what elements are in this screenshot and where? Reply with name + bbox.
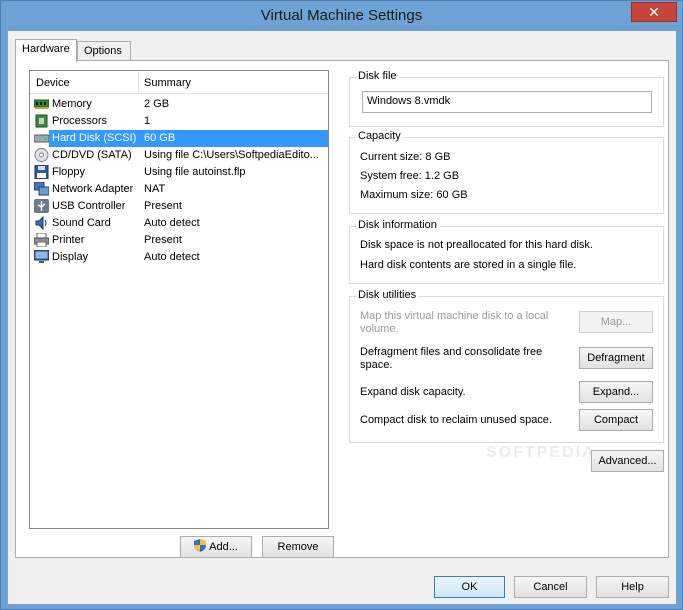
disk-info-line-2: Hard disk contents are stored in a singl… [360,259,577,271]
hard-disk-icon [34,134,49,143]
softpedia-watermark: SOFTPEDIA [486,444,596,461]
device-name: USB Controller [52,200,126,212]
device-name: Memory [52,98,92,110]
column-header-summary[interactable]: Summary [144,77,191,89]
device-summary: Present [144,234,182,246]
device-name: Hard Disk (SCSI) [52,132,137,144]
remove-device-button[interactable]: Remove [262,536,334,558]
window-title: Virtual Machine Settings [260,7,423,24]
compact-button[interactable]: Compact [579,409,653,431]
floppy-icon [34,165,49,179]
help-button[interactable]: Help [596,576,669,598]
display-icon [34,250,49,263]
cancel-button[interactable]: Cancel [514,576,587,598]
cd-dvd-icon [34,148,49,162]
capacity-group: Capacity Current size: 8 GB System free:… [349,130,664,214]
device-row-sound-card[interactable]: Sound Card Auto detect [30,215,328,232]
dialog-client-area: Hardware Options Device Summary Memory 2… [8,31,676,604]
ok-button[interactable]: OK [434,576,505,598]
disk-file-field[interactable]: Windows 8.vmdk [362,91,652,113]
printer-icon [34,233,49,247]
tab-hardware[interactable]: Hardware [15,39,77,62]
device-name: Floppy [52,166,86,178]
map-description-line-2: volume. [360,323,399,335]
defragment-button[interactable]: Defragment [579,347,653,369]
defragment-description-line-2: space. [360,359,393,371]
current-size-text: Current size: 8 GB [360,151,451,163]
device-summary: 2 GB [144,98,170,110]
device-summary: NAT [144,183,166,195]
window: Virtual Machine Settings ✕ Hardware Opti… [0,0,683,610]
compact-description: Compact disk to reclaim unused space. [360,414,552,426]
device-summary: Auto detect [144,217,200,229]
device-summary: Using file C:\Users\SoftpediaEdito... [144,149,319,161]
expand-button[interactable]: Expand... [579,381,653,403]
usb-icon [34,199,49,213]
tab-options[interactable]: Options [77,41,131,61]
device-row-network-adapter[interactable]: Network Adapter NAT [30,181,328,198]
device-row-memory[interactable]: Memory 2 GB [30,96,328,113]
disk-utilities-group-title: Disk utilities [356,289,419,301]
add-button-label: Add... [209,541,238,553]
processor-icon [35,114,48,128]
device-name: Sound Card [52,217,111,229]
device-row-cd-dvd[interactable]: CD/DVD (SATA) Using file C:\Users\Softpe… [30,147,328,164]
system-free-text: System free: 1.2 GB [360,170,460,182]
map-button[interactable]: Map... [579,311,653,333]
device-list-header: Device Summary [30,71,328,94]
device-row-processors[interactable]: Processors 1 [30,113,328,130]
title-bar[interactable]: Virtual Machine Settings ✕ [1,1,682,31]
column-header-device[interactable]: Device [36,77,70,89]
disk-file-group: Disk file Windows 8.vmdk [349,70,664,127]
device-row-floppy[interactable]: Floppy Using file autoinst.flp [30,164,328,181]
add-device-button[interactable]: Add... [180,536,252,558]
disk-information-group-title: Disk information [356,219,439,231]
hardware-panel: Device Summary Memory 2 GB Processors 1 [15,60,669,558]
device-summary: Present [144,200,182,212]
advanced-button[interactable]: Advanced... [591,450,664,472]
map-description-line-1: Map this virtual machine disk to a local [360,310,549,322]
sound-card-icon [35,216,47,230]
network-adapter-icon [34,182,49,196]
disk-file-group-title: Disk file [356,70,399,82]
device-name: CD/DVD (SATA) [52,149,132,161]
device-name: Printer [52,234,85,246]
device-row-hard-disk[interactable]: Hard Disk (SCSI) 60 GB [30,130,328,147]
memory-icon [34,99,49,109]
shield-icon [194,539,207,552]
disk-info-line-1: Disk space is not preallocated for this … [360,239,593,251]
device-name: Network Adapter [52,183,134,195]
maximum-size-text: Maximum size: 60 GB [360,189,468,201]
capacity-group-title: Capacity [356,130,403,142]
close-button[interactable]: ✕ [631,2,677,22]
device-summary: Auto detect [144,251,200,263]
device-row-printer[interactable]: Printer Present [30,232,328,249]
device-summary: Using file autoinst.flp [144,166,246,178]
device-name: Display [52,251,89,263]
disk-utilities-group: Disk utilities Map this virtual machine … [349,289,664,443]
device-summary: 60 GB [144,132,176,144]
expand-description: Expand disk capacity. [360,386,466,398]
device-row-display[interactable]: Display Auto detect [30,249,328,266]
device-name: Processors [52,115,108,127]
device-list[interactable]: Device Summary Memory 2 GB Processors 1 [29,70,329,529]
device-summary: 1 [144,115,151,127]
device-row-usb-controller[interactable]: USB Controller Present [30,198,328,215]
column-separator[interactable] [138,71,139,94]
defragment-description-line-1: Defragment files and consolidate free [360,346,543,358]
disk-information-group: Disk information Disk space is not preal… [349,219,664,284]
